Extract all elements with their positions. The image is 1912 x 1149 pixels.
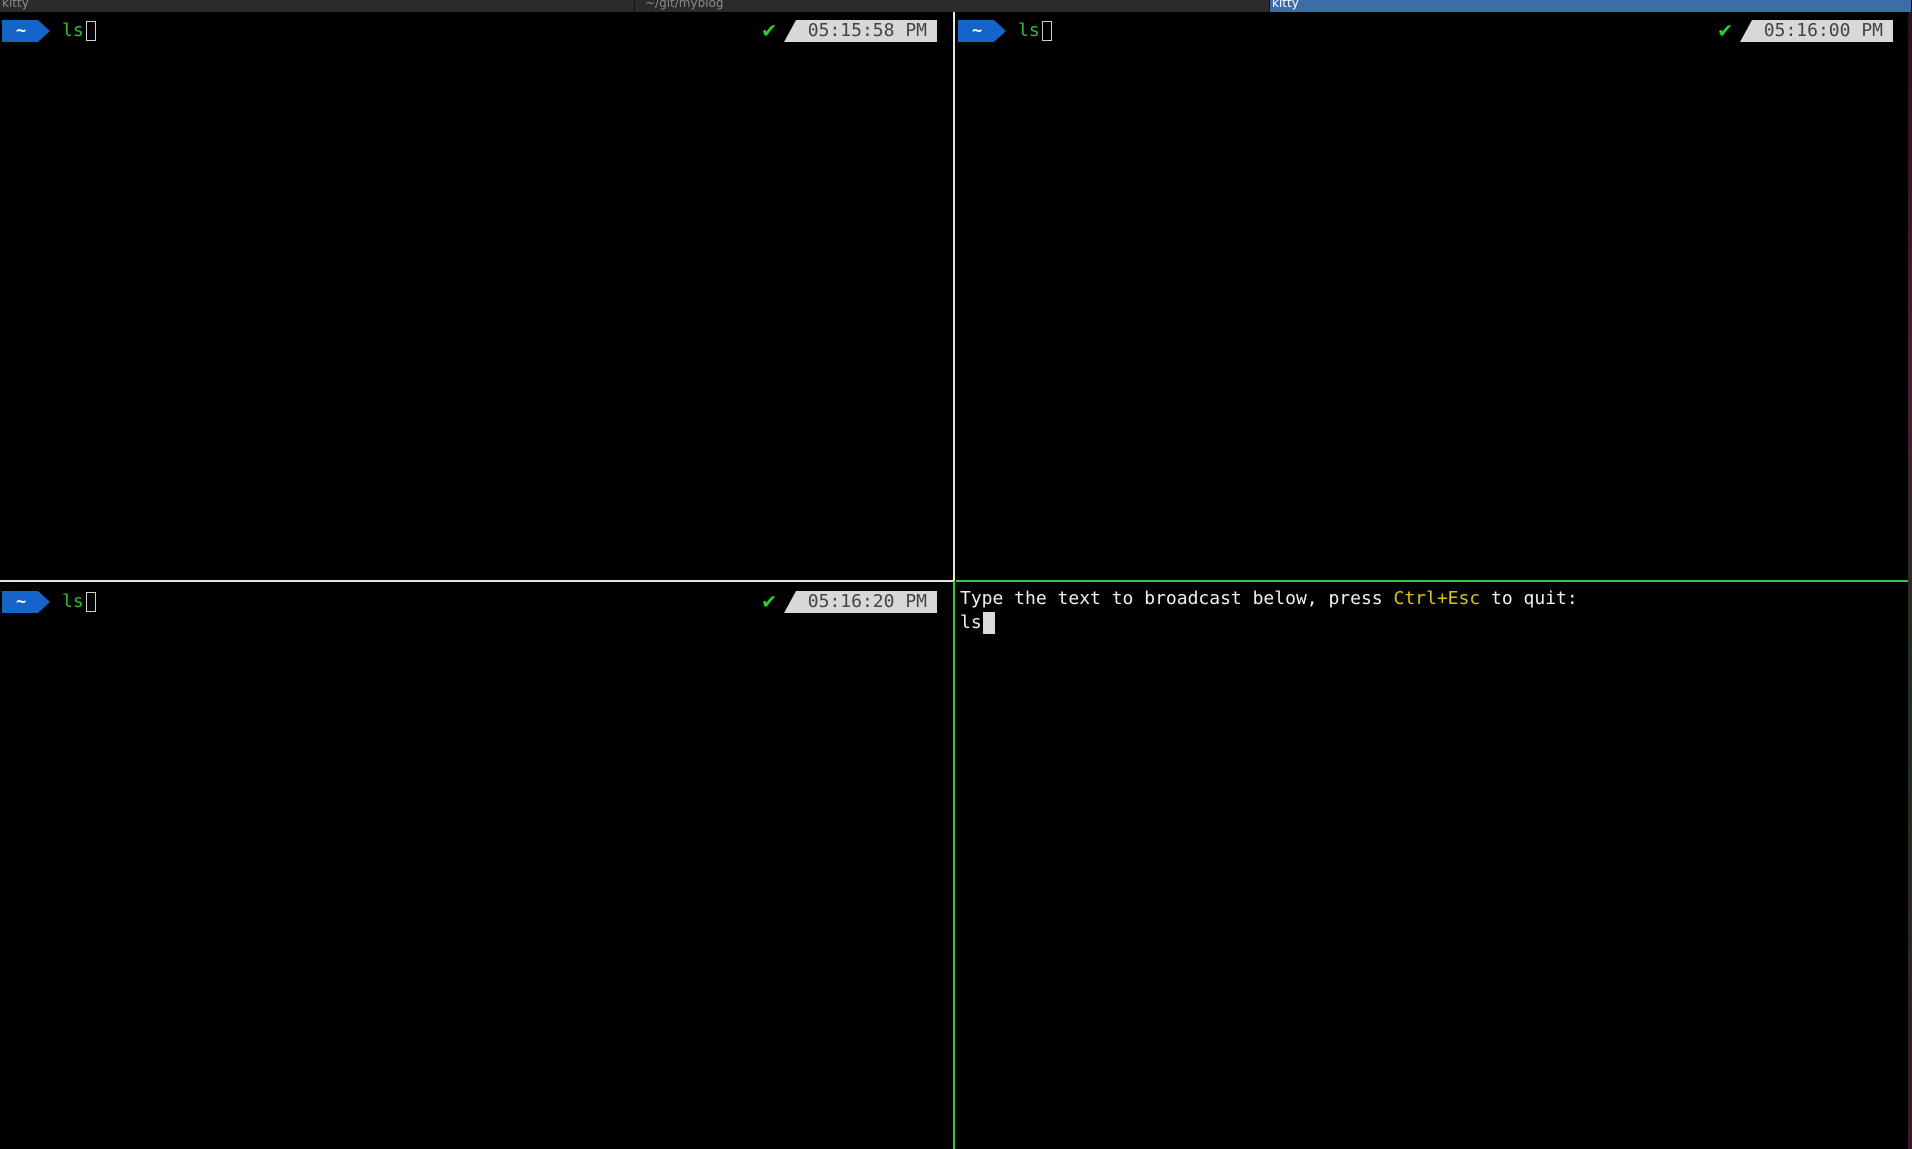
broadcast-input-line[interactable]: ls (960, 611, 1578, 635)
prompt-right-status: ✔ 05:16:20 PM (763, 591, 937, 613)
prompt-arrow-icon (38, 20, 50, 42)
text-cursor (85, 592, 96, 612)
prompt-right-status: ✔ 05:16:00 PM (1719, 20, 1893, 42)
prompt-time-segment: 05:16:00 PM (1739, 20, 1893, 42)
success-check-icon: ✔ (1718, 18, 1732, 43)
prompt-command: ls (62, 20, 84, 41)
shell-prompt: ~ ls (2, 591, 96, 613)
tab-myblog[interactable]: ~/git/myblog (635, 0, 1270, 12)
prompt-directory: ~ (2, 20, 38, 42)
prompt-right-status: ✔ 05:15:58 PM (763, 20, 937, 42)
terminal-pane-bottom-left[interactable]: ~ ls ✔ 05:16:20 PM (0, 583, 953, 1149)
pane-divider-horizontal-right-active[interactable] (956, 580, 1909, 582)
shell-prompt: ~ ls (958, 20, 1052, 42)
success-check-icon: ✔ (762, 18, 776, 43)
text-cursor (85, 21, 96, 41)
broadcast-text-area[interactable]: Type the text to broadcast below, press … (960, 587, 1578, 635)
prompt-time: 05:16:20 PM (795, 591, 937, 613)
terminal-pane-top-right[interactable]: ~ ls ✔ 05:16:00 PM (956, 12, 1909, 580)
text-cursor (982, 612, 995, 634)
prompt-time: 05:15:58 PM (795, 20, 937, 42)
quit-shortcut-key: Ctrl+Esc (1393, 588, 1481, 609)
success-check-icon: ✔ (762, 589, 776, 614)
terminal-pane-top-left[interactable]: ~ ls ✔ 05:15:58 PM (0, 12, 953, 580)
prompt-command: ls (62, 591, 84, 612)
prompt-time: 05:16:00 PM (1751, 20, 1893, 42)
tab-kitty-1[interactable]: kitty (0, 0, 635, 12)
broadcast-pane[interactable]: Type the text to broadcast below, press … (956, 583, 1909, 1149)
pane-divider-horizontal-left[interactable] (0, 580, 953, 582)
tab-kitty-active[interactable]: kitty (1270, 0, 1912, 12)
prompt-arrow-icon (994, 20, 1006, 42)
kitty-terminal-window: kitty ~/git/myblog kitty ~ ls ✔ 05:15:58… (0, 0, 1912, 1149)
broadcast-instruction-prefix: Type the text to broadcast below, press (960, 588, 1394, 609)
prompt-time-segment: 05:16:20 PM (783, 591, 937, 613)
prompt-time-segment: 05:15:58 PM (783, 20, 937, 42)
broadcast-input[interactable]: ls (960, 612, 982, 633)
prompt-command: ls (1018, 20, 1040, 41)
window-right-edge (1908, 12, 1912, 1149)
tab-bar: kitty ~/git/myblog kitty (0, 0, 1912, 12)
broadcast-instruction-suffix: to quit: (1480, 588, 1578, 609)
prompt-directory: ~ (2, 591, 38, 613)
shell-prompt: ~ ls (2, 20, 96, 42)
text-cursor (1041, 21, 1052, 41)
prompt-directory: ~ (958, 20, 994, 42)
prompt-arrow-icon (38, 591, 50, 613)
